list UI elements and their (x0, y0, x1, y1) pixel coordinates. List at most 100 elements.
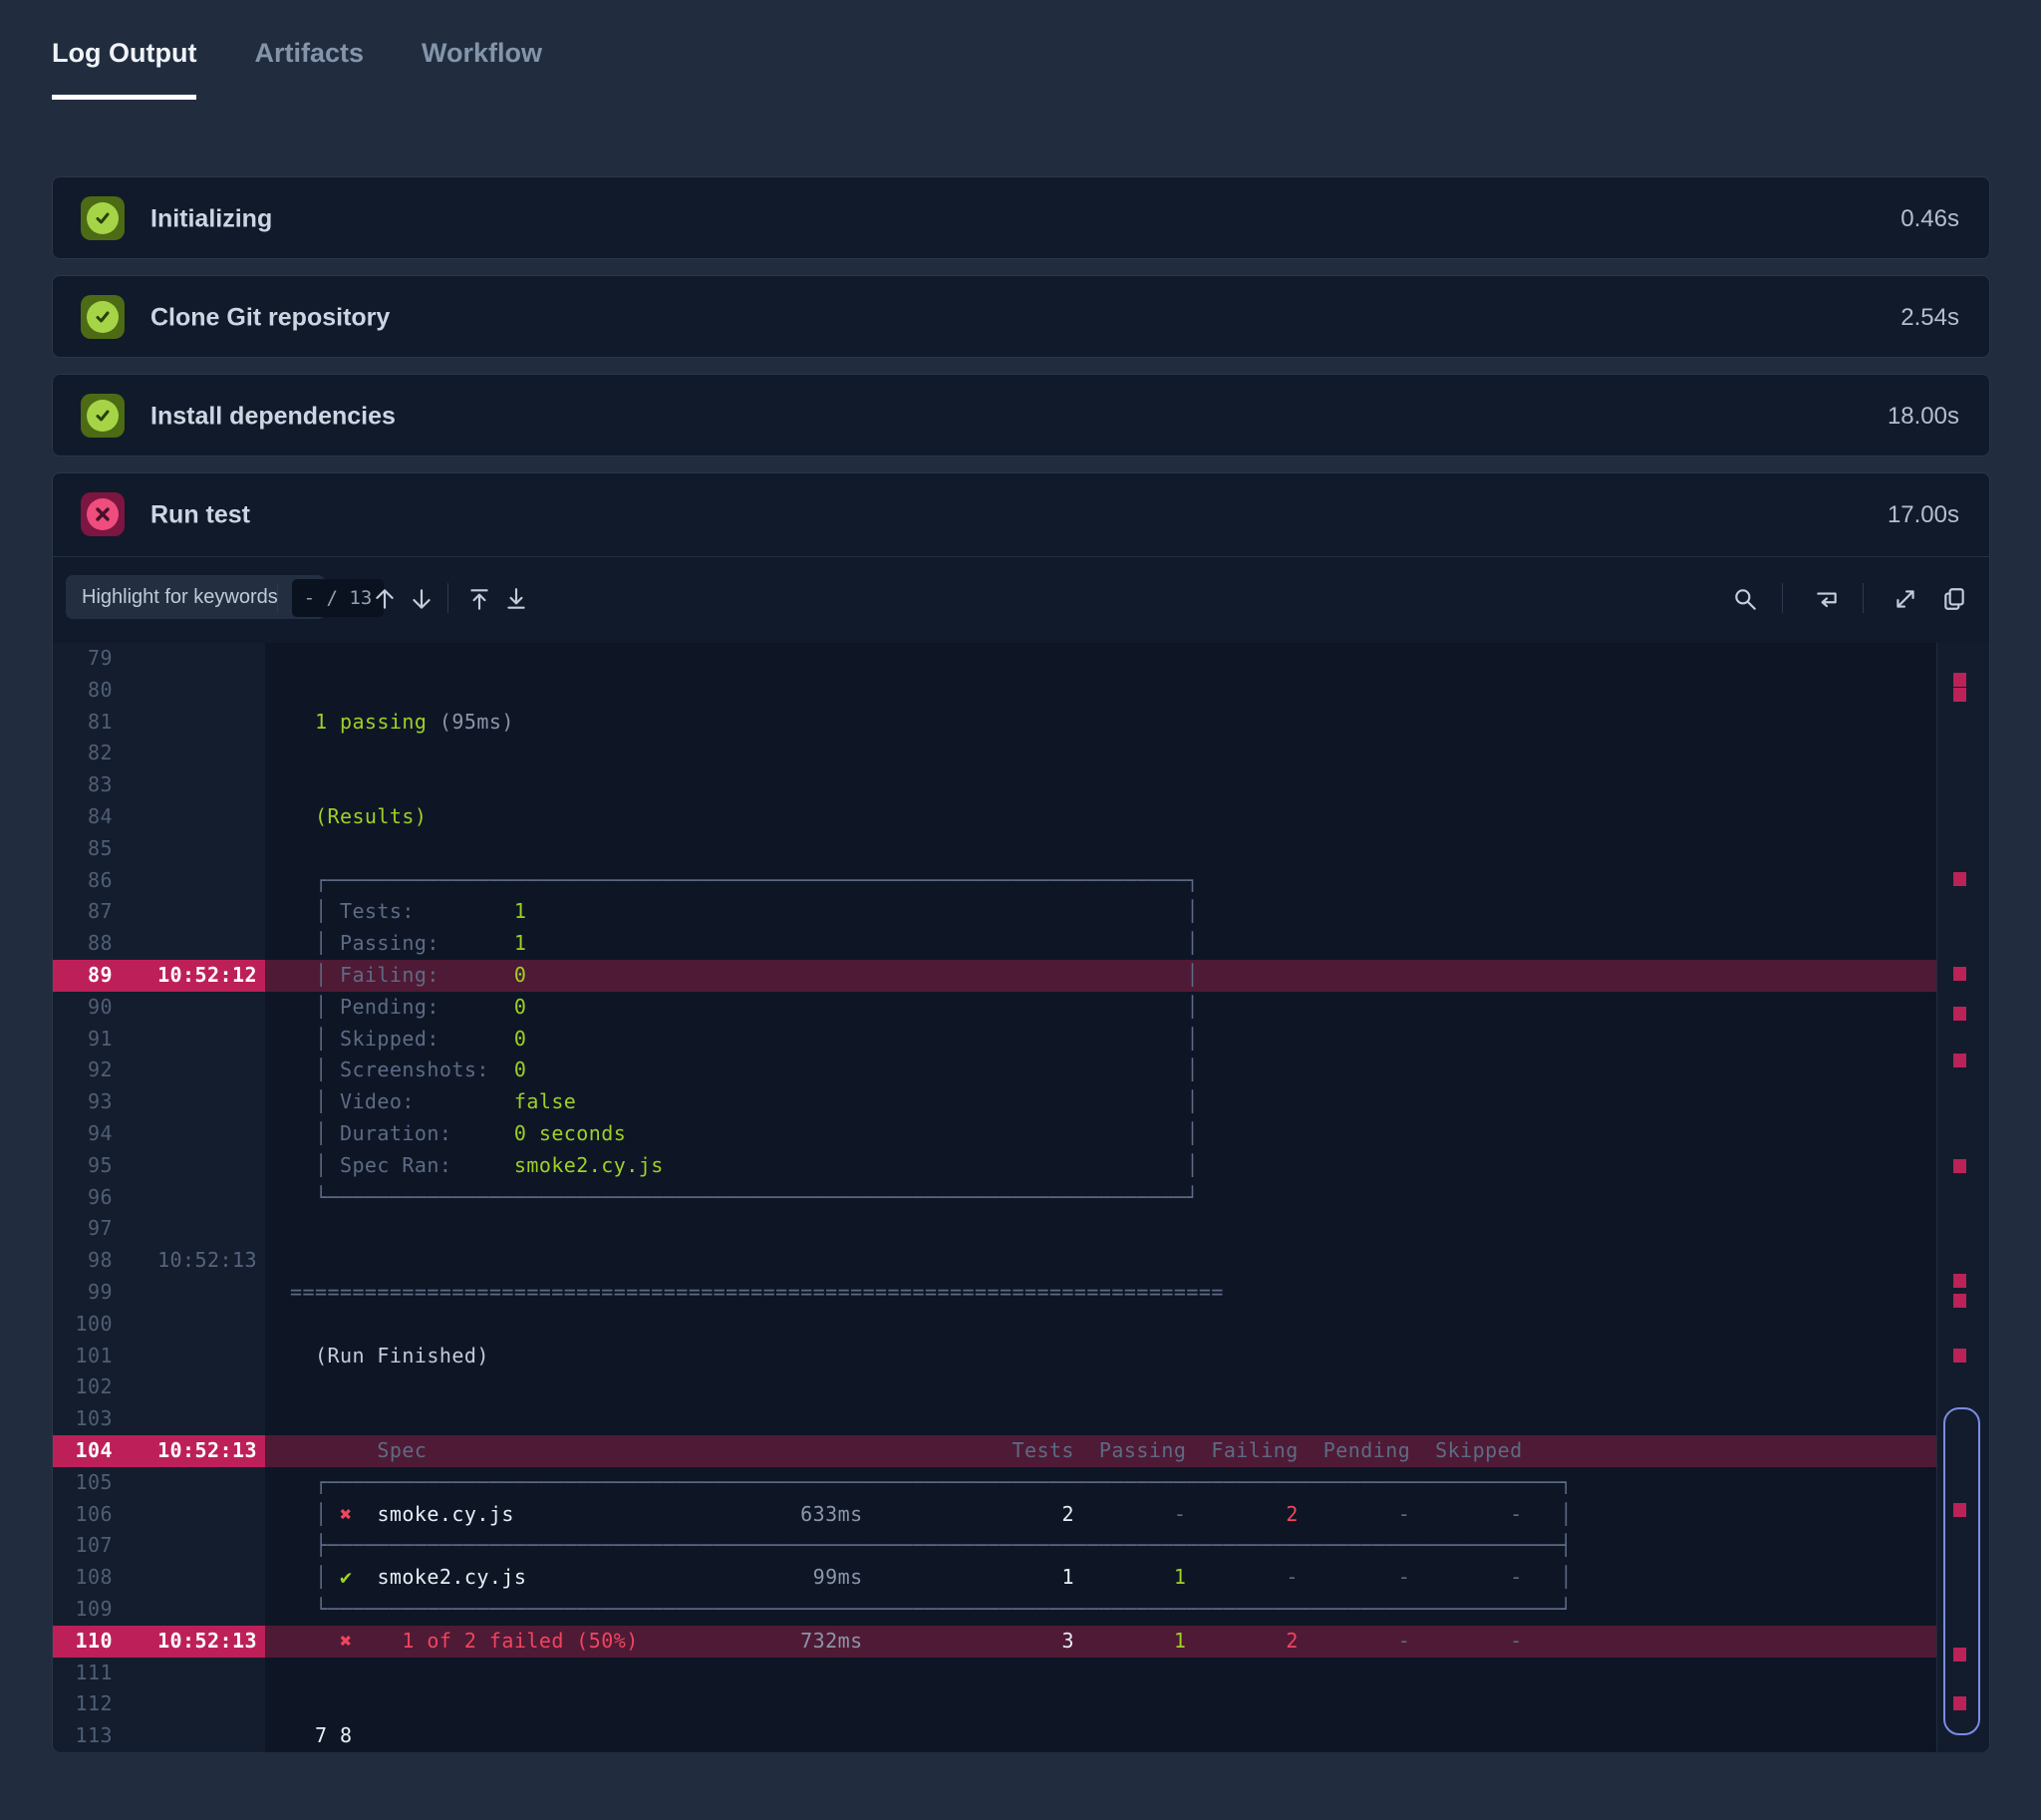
line-timestamp (113, 675, 257, 707)
step-duration: 0.46s (1900, 204, 1959, 232)
log-line-gutter[interactable]: 87 (53, 896, 265, 929)
line-number[interactable]: 87 (53, 896, 113, 928)
log-line-gutter[interactable]: 103 (53, 1403, 265, 1435)
fullscreen-icon[interactable] (1888, 581, 1923, 617)
log-line-text: │ ✔ smoke2.cy.js 99ms 1 1 - - - │ (314, 1565, 1573, 1590)
log-line-gutter[interactable]: 91 (53, 1023, 265, 1056)
tab-log-output[interactable]: Log Output (52, 38, 197, 100)
line-number[interactable]: 96 (53, 1182, 113, 1214)
log-minimap-scrollbar[interactable] (1936, 643, 1989, 1752)
log-line-gutter[interactable]: 90 (53, 991, 265, 1024)
log-line-gutter[interactable]: 94 (53, 1117, 265, 1150)
line-number[interactable]: 97 (53, 1213, 113, 1245)
line-number[interactable]: 82 (53, 738, 113, 769)
wrap-lines-icon[interactable] (1809, 581, 1845, 617)
line-number[interactable]: 103 (53, 1403, 113, 1435)
line-number[interactable]: 99 (53, 1277, 113, 1309)
log-line-gutter[interactable]: 100 (53, 1308, 265, 1341)
log-line-gutter[interactable]: 93 (53, 1086, 265, 1118)
log-line-gutter[interactable]: 108 (53, 1562, 265, 1594)
log-line-gutter[interactable]: 84 (53, 800, 265, 833)
line-number[interactable]: 79 (53, 643, 113, 675)
step-header[interactable]: Install dependencies 18.00s (53, 375, 1989, 457)
log-line-gutter[interactable]: 109 (53, 1593, 265, 1626)
line-number[interactable]: 81 (53, 707, 113, 739)
highlight-keywords-button[interactable]: Highlight for keywords (66, 575, 325, 619)
line-number[interactable]: 88 (53, 928, 113, 960)
log-line-text: 7 8 (314, 1723, 353, 1748)
scroll-to-bottom-icon[interactable] (498, 581, 534, 617)
log-line-gutter[interactable]: 101 (53, 1340, 265, 1372)
line-number[interactable]: 92 (53, 1055, 113, 1086)
line-number[interactable]: 90 (53, 992, 113, 1024)
log-line-gutter[interactable]: 85 (53, 832, 265, 865)
log-line-gutter[interactable]: 89 10:52:12 (53, 959, 265, 992)
line-number[interactable]: 91 (53, 1024, 113, 1056)
log-line: 92 │ Screenshots: 0 │ (53, 1055, 1937, 1087)
log-line-gutter[interactable]: 102 (53, 1371, 265, 1404)
log-line-gutter[interactable]: 98 10:52:13 (53, 1245, 265, 1277)
step-header-run-test[interactable]: Run test 17.00s (53, 473, 1989, 557)
log-line-gutter[interactable]: 81 (53, 706, 265, 739)
line-number[interactable]: 107 (53, 1530, 113, 1562)
line-number[interactable]: 112 (53, 1688, 113, 1720)
line-number[interactable]: 86 (53, 865, 113, 897)
line-number[interactable]: 109 (53, 1594, 113, 1626)
step-header[interactable]: Initializing 0.46s (53, 177, 1989, 260)
log-line: 103 (53, 1403, 1937, 1435)
log-line-gutter[interactable]: 79 (53, 643, 265, 675)
step-header[interactable]: Clone Git repository 2.54s (53, 276, 1989, 359)
log-line-gutter[interactable]: 96 (53, 1181, 265, 1214)
log-line-gutter[interactable]: 88 (53, 928, 265, 960)
prev-match-icon[interactable] (367, 581, 403, 617)
log-line-gutter[interactable]: 97 (53, 1213, 265, 1246)
log-line-gutter[interactable]: 111 (53, 1657, 265, 1689)
line-number[interactable]: 94 (53, 1118, 113, 1150)
tab-artifacts[interactable]: Artifacts (254, 38, 364, 100)
log-line-gutter[interactable]: 107 (53, 1530, 265, 1563)
scrollbar-thumb[interactable] (1943, 1407, 1980, 1735)
log-line-text: │ Video: false │ (314, 1089, 1199, 1114)
line-number[interactable]: 102 (53, 1371, 113, 1403)
line-number[interactable]: 106 (53, 1499, 113, 1531)
line-number[interactable]: 100 (53, 1309, 113, 1341)
line-number[interactable]: 108 (53, 1562, 113, 1594)
line-number[interactable]: 110 (53, 1626, 113, 1658)
log-line: 91 │ Skipped: 0 │ (53, 1023, 1937, 1056)
line-number[interactable]: 101 (53, 1341, 113, 1372)
log-line-gutter[interactable]: 104 10:52:13 (53, 1434, 265, 1467)
line-number[interactable]: 113 (53, 1720, 113, 1752)
search-icon[interactable] (1727, 581, 1763, 617)
log-line-gutter[interactable]: 83 (53, 769, 265, 801)
log-line-gutter[interactable]: 99 (53, 1276, 265, 1309)
line-number[interactable]: 111 (53, 1658, 113, 1689)
tab-workflow[interactable]: Workflow (422, 38, 542, 100)
line-timestamp: 10:52:12 (157, 962, 257, 987)
scroll-to-top-icon[interactable] (461, 581, 497, 617)
log-line-gutter[interactable]: 112 (53, 1688, 265, 1721)
log-line-gutter[interactable]: 86 (53, 864, 265, 897)
log-line-gutter[interactable]: 106 (53, 1498, 265, 1531)
line-number[interactable]: 95 (53, 1150, 113, 1182)
line-number[interactable]: 83 (53, 769, 113, 801)
log-line-gutter[interactable]: 92 (53, 1055, 265, 1087)
line-number[interactable]: 89 (53, 960, 113, 992)
line-number[interactable]: 84 (53, 801, 113, 833)
copy-icon[interactable] (1936, 581, 1972, 617)
log-line-gutter[interactable]: 82 (53, 738, 265, 770)
log-line-gutter[interactable]: 80 (53, 674, 265, 707)
log-line-gutter[interactable]: 105 (53, 1466, 265, 1499)
line-number[interactable]: 98 (53, 1245, 113, 1277)
line-number[interactable]: 105 (53, 1467, 113, 1499)
line-number[interactable]: 93 (53, 1086, 113, 1118)
log-line-gutter[interactable]: 110 10:52:13 (53, 1625, 265, 1658)
line-number[interactable]: 80 (53, 675, 113, 707)
line-number[interactable]: 104 (53, 1435, 113, 1467)
log-line: 95 │ Spec Ran: smoke2.cy.js │ (53, 1149, 1937, 1182)
log-line-gutter[interactable]: 95 (53, 1149, 265, 1182)
log-line-gutter[interactable]: 113 (53, 1720, 265, 1752)
step-card-clone-git-repository: Clone Git repository 2.54s (52, 275, 1990, 358)
next-match-icon[interactable] (404, 581, 439, 617)
line-number[interactable]: 85 (53, 833, 113, 865)
log-line: 80 (53, 674, 1937, 707)
